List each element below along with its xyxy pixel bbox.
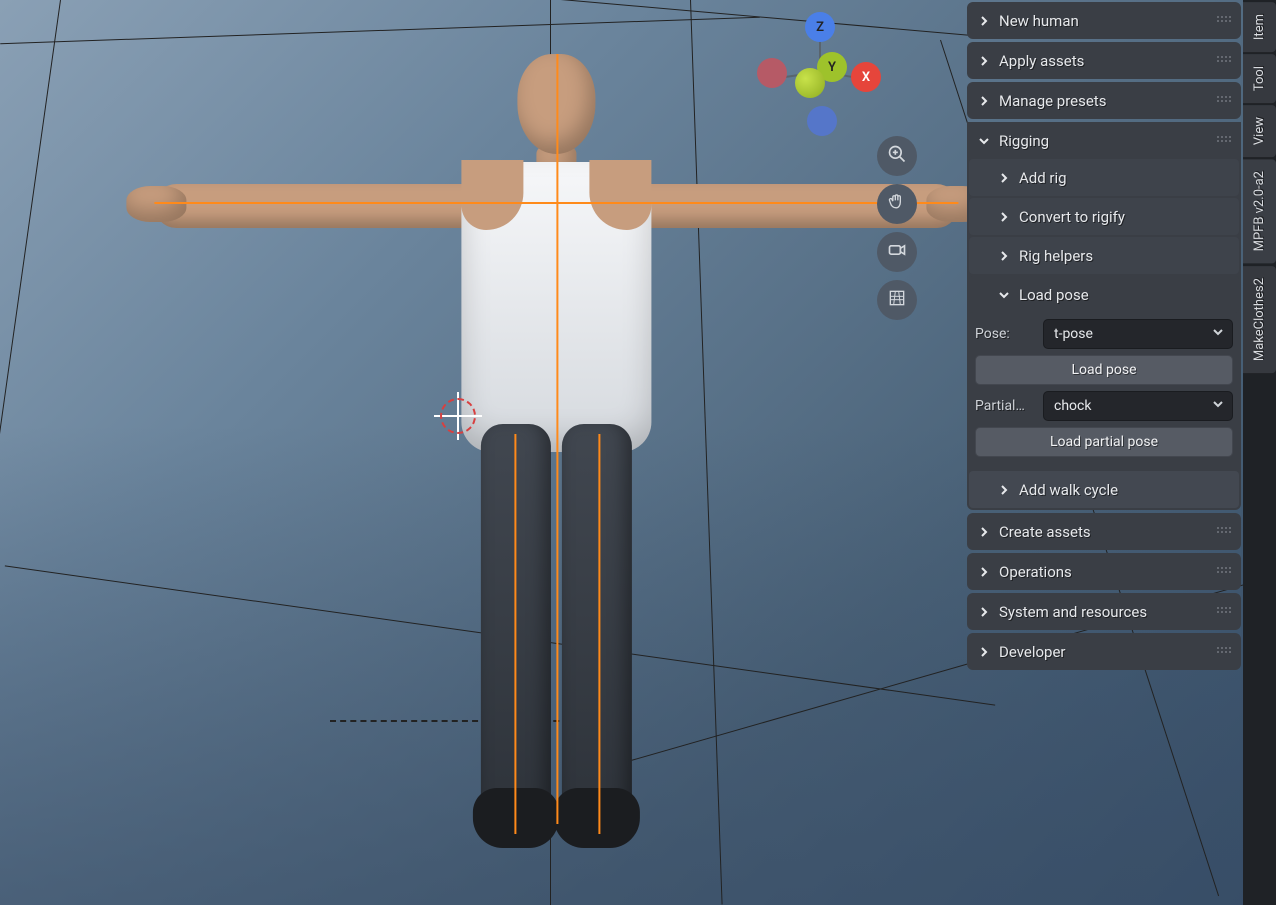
gizmo-axis-z[interactable]: Z [805,12,835,42]
rig-bone-outline [598,434,600,834]
panel-developer[interactable]: Developer [967,633,1241,670]
rig-bone-outline [514,434,516,834]
gizmo-axis-x[interactable]: X [851,62,881,92]
sub-label: Add rig [1019,169,1067,187]
chevron-right-icon [997,250,1011,262]
panel-system-resources[interactable]: System and resources [967,593,1241,630]
wireframe-edge [0,17,760,45]
drag-grip-icon[interactable] [1217,56,1233,66]
perspective-grid-button[interactable] [877,280,917,320]
sub-label: Load pose [1019,286,1089,304]
drag-grip-icon[interactable] [1217,136,1233,146]
partial-row: Partial… chock [975,391,1233,421]
pose-select[interactable]: t-pose [1043,319,1233,349]
grid-icon [887,288,907,312]
section-label: Rigging [999,132,1049,150]
section-label: Manage presets [999,92,1106,110]
panel-rigging-header[interactable]: Rigging [967,122,1241,159]
drag-grip-icon[interactable] [1217,527,1233,537]
rigging-add-rig[interactable]: Add rig [969,159,1239,196]
viewport-tools [877,136,917,320]
section-label: Create assets [999,523,1091,541]
chevron-right-icon [977,566,991,578]
figure-boot-right [553,788,639,848]
section-label: Apply assets [999,52,1084,70]
panel-operations[interactable]: Operations [967,553,1241,590]
rigging-convert-rigify[interactable]: Convert to rigify [969,198,1239,235]
zoom-button[interactable] [877,136,917,176]
rigging-add-walk-cycle[interactable]: Add walk cycle [969,471,1239,508]
partial-select-value: chock [1054,398,1091,414]
chevron-down-icon [1212,398,1224,414]
rig-bone-outline [154,202,958,204]
pose-label: Pose: [975,326,1037,342]
chevron-right-icon [977,606,991,618]
partial-label: Partial… [975,398,1037,414]
sub-label: Add walk cycle [1019,481,1118,499]
rigging-load-pose-header[interactable]: Load pose [969,276,1239,313]
chevron-right-icon [997,484,1011,496]
rig-bone-outline [556,54,558,824]
panel-rigging: Rigging Add rig Convert to rigify Rig he… [967,122,1241,510]
sub-label: Convert to rigify [1019,208,1125,226]
drag-grip-icon[interactable] [1217,647,1233,657]
camera-icon [887,240,907,264]
camera-view-button[interactable] [877,232,917,272]
rigging-rig-helpers[interactable]: Rig helpers [969,237,1239,274]
load-partial-pose-button[interactable]: Load partial pose [975,427,1233,457]
chevron-down-icon [977,135,991,147]
rigging-load-pose-content: Pose: t-pose Load pose Partial… chock Lo… [967,315,1241,467]
pose-row: Pose: t-pose [975,319,1233,349]
gizmo-axis-neg-x[interactable] [757,58,787,88]
chevron-right-icon [997,211,1011,223]
section-label: Developer [999,643,1066,661]
chevron-right-icon [977,95,991,107]
chevron-right-icon [977,646,991,658]
panel-apply-assets[interactable]: Apply assets [967,42,1241,79]
vertical-tabs: Item Tool View MPFB v2.0-a2 MakeClothes2 [1243,0,1276,905]
human-figure[interactable] [146,54,966,874]
vtab-item[interactable]: Item [1243,2,1276,52]
pan-button[interactable] [877,184,917,224]
panel-manage-presets[interactable]: Manage presets [967,82,1241,119]
cursor-3d [440,398,476,434]
sub-label: Rig helpers [1019,247,1093,265]
vtab-makeclothes[interactable]: MakeClothes2 [1243,266,1276,373]
vtab-tool[interactable]: Tool [1243,54,1276,103]
gizmo-axis-neg-z[interactable] [807,106,837,136]
gizmo-axis-y[interactable] [795,68,825,98]
figure-leg-right [561,424,631,824]
vtab-mpfb[interactable]: MPFB v2.0-a2 [1243,159,1276,263]
chevron-right-icon [977,526,991,538]
load-pose-button[interactable]: Load pose [975,355,1233,385]
partial-select[interactable]: chock [1043,391,1233,421]
drag-grip-icon[interactable] [1217,16,1233,26]
section-label: Operations [999,563,1072,581]
chevron-down-icon [997,289,1011,301]
magnify-plus-icon [887,144,907,168]
drag-grip-icon[interactable] [1217,607,1233,617]
panel-new-human[interactable]: New human [967,2,1241,39]
chevron-right-icon [977,15,991,27]
panel-create-assets[interactable]: Create assets [967,513,1241,550]
side-panel: New human Apply assets Manage presets Ri… [965,0,1243,905]
axis-gizmo[interactable]: Z Y X [755,8,885,138]
figure-hand-left [126,186,186,222]
section-label: New human [999,12,1079,30]
drag-grip-icon[interactable] [1217,567,1233,577]
pose-select-value: t-pose [1054,326,1093,342]
chevron-down-icon [1212,326,1224,342]
vtab-view[interactable]: View [1243,105,1276,157]
chevron-right-icon [977,55,991,67]
drag-grip-icon[interactable] [1217,96,1233,106]
chevron-right-icon [997,172,1011,184]
hand-icon [887,192,907,216]
section-label: System and resources [999,603,1147,621]
